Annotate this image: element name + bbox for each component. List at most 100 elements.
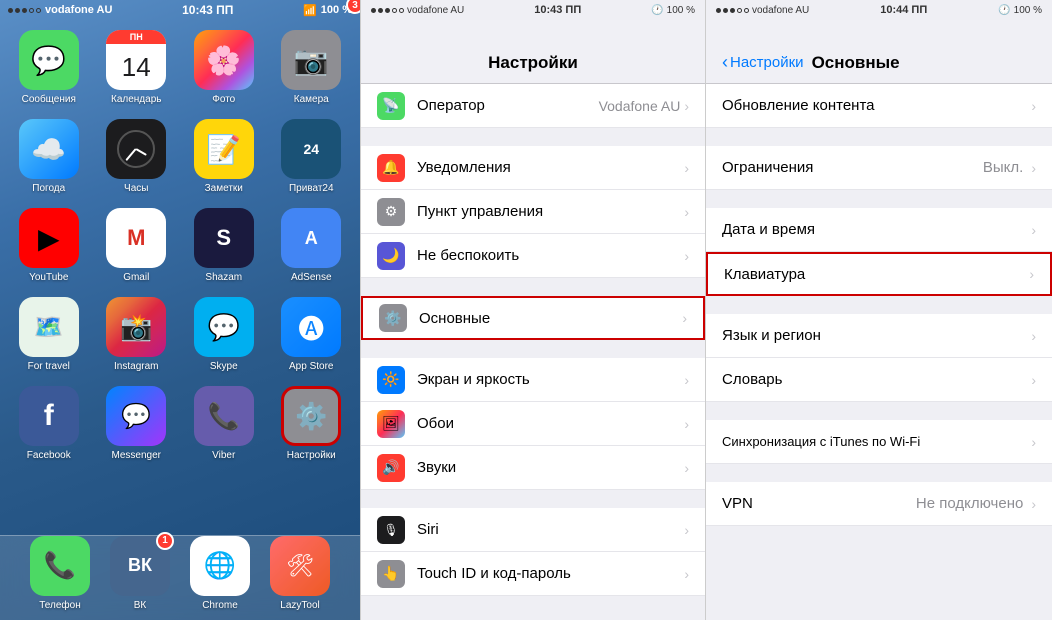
general-row-restrictions[interactable]: Ограничения Выкл. › — [706, 146, 1052, 190]
instagram-icon: 📸 — [106, 297, 166, 357]
sep-g1 — [706, 128, 1052, 146]
app-youtube[interactable]: ▶ YouTube — [12, 208, 86, 283]
skype-label: Skype — [210, 361, 238, 372]
app-gmail[interactable]: M 3 Gmail — [100, 208, 174, 283]
wallpaper-icon: 🖼 — [377, 410, 405, 438]
app-shazam[interactable]: S Shazam — [187, 208, 261, 283]
itunes-chevron: › — [1031, 434, 1036, 450]
control-title: Пункт управления — [417, 203, 684, 220]
settings-row-dnd[interactable]: 🌙 Не беспокоить › — [361, 234, 705, 278]
camera-label: Камера — [294, 94, 329, 105]
app-notes[interactable]: 📝 Заметки — [187, 119, 261, 194]
sep-g4 — [706, 402, 1052, 420]
dot5 — [36, 8, 41, 13]
back-button[interactable]: ‹ Настройки — [722, 52, 804, 73]
app-weather[interactable]: ☁️ Погода — [12, 119, 86, 194]
app-appstore[interactable]: 🅐 App Store — [275, 297, 349, 372]
status-right-1: 📶 100 % — [303, 4, 352, 17]
app-calendar[interactable]: ПН 14 Календарь — [100, 30, 174, 105]
app-messages[interactable]: 💬 Сообщения — [12, 30, 86, 105]
sep-g5 — [706, 464, 1052, 482]
app-clock[interactable]: Часы — [100, 119, 174, 194]
chrome-label: Chrome — [202, 600, 238, 611]
app-photos[interactable]: 🌸 Фото — [187, 30, 261, 105]
settings-row-notifications[interactable]: 🔔 Уведомления › — [361, 146, 705, 190]
keyboard-title: Клавиатура — [724, 266, 1029, 283]
operator-chevron: › — [684, 98, 689, 114]
notes-label: Заметки — [205, 183, 243, 194]
display-chevron: › — [684, 372, 689, 388]
settings-row-siri[interactable]: 🎙 Siri › — [361, 508, 705, 552]
status-right-2: 🕐 100 % — [651, 5, 695, 16]
update-title: Обновление контента — [722, 97, 1031, 114]
adsense-label: AdSense — [291, 272, 332, 283]
dock-vk[interactable]: ВК 1 ВК — [110, 536, 170, 611]
dnd-chevron: › — [684, 248, 689, 264]
general-icon: ⚙️ — [379, 304, 407, 332]
general-row-datetime[interactable]: Дата и время › — [706, 208, 1052, 252]
app-maps[interactable]: 🗺️ For travel — [12, 297, 86, 372]
maps-icon: 🗺️ — [19, 297, 79, 357]
app-settings[interactable]: ⚙️ Настройки — [275, 386, 349, 461]
viber-icon: 📞 — [194, 386, 254, 446]
app-adsense[interactable]: A AdSense — [275, 208, 349, 283]
status-bar-2: vodafone AU 10:43 ПП 🕐 100 % — [361, 0, 705, 20]
notes-icon: 📝 — [194, 119, 254, 179]
s2d4 — [392, 8, 397, 13]
settings-row-control[interactable]: ⚙ Пункт управления › — [361, 190, 705, 234]
gmail-icon: M — [106, 208, 166, 268]
settings-row-sounds[interactable]: 🔊 Звуки › — [361, 446, 705, 490]
app-viber[interactable]: 📞 Viber — [187, 386, 261, 461]
phone-screen-1: vodafone AU 10:43 ПП 📶 100 % 💬 Сообщения… — [0, 0, 360, 620]
notif-icon: 🔔 — [377, 154, 405, 182]
general-row-vpn[interactable]: VPN Не подключено › — [706, 482, 1052, 526]
language-chevron: › — [1031, 328, 1036, 344]
sep-3 — [361, 340, 705, 358]
appstore-icon: 🅐 — [281, 297, 341, 357]
general-row-update[interactable]: Обновление контента › — [706, 84, 1052, 128]
carrier-3: vodafone AU — [752, 5, 809, 16]
language-title: Язык и регион — [722, 327, 1031, 344]
app-privat24[interactable]: 24 Приват24 — [275, 119, 349, 194]
sounds-icon: 🔊 — [377, 454, 405, 482]
dot3 — [22, 8, 27, 13]
facebook-label: Facebook — [27, 450, 71, 461]
sep-1 — [361, 128, 705, 146]
photos-icon: 🌸 — [194, 30, 254, 90]
operator-icon: 📡 — [377, 92, 405, 120]
app-skype[interactable]: 💬 Skype — [187, 297, 261, 372]
dnd-title: Не беспокоить — [417, 247, 684, 264]
alarm-icon-2: 🕐 — [651, 5, 663, 16]
s3d1 — [716, 8, 721, 13]
skype-icon: 💬 — [194, 297, 254, 357]
app-facebook[interactable]: f Facebook — [12, 386, 86, 461]
status-left-2: vodafone AU — [371, 5, 464, 16]
sep-2 — [361, 278, 705, 296]
dock-phone[interactable]: 📞 Телефон — [30, 536, 90, 611]
signal-dots — [8, 8, 41, 13]
dock-chrome[interactable]: 🌐 Chrome — [190, 536, 250, 611]
s2d3 — [385, 8, 390, 13]
general-chevron: › — [682, 310, 687, 326]
general-row-dictionary[interactable]: Словарь › — [706, 358, 1052, 402]
signal-2 — [371, 8, 404, 13]
settings-row-operator[interactable]: 📡 Оператор Vodafone AU › — [361, 84, 705, 128]
settings-row-general[interactable]: ⚙️ Основные › — [361, 296, 705, 340]
dock-lazytool[interactable]: 🛠 LazyTool — [270, 536, 330, 611]
control-icon: ⚙ — [377, 198, 405, 226]
status-bar-1: vodafone AU 10:43 ПП 📶 100 % — [0, 0, 360, 20]
sep-g2 — [706, 190, 1052, 208]
general-row-language[interactable]: Язык и регион › — [706, 314, 1052, 358]
app-camera[interactable]: 📷 Камера — [275, 30, 349, 105]
settings-row-wallpaper[interactable]: 🖼 Обои › — [361, 402, 705, 446]
display-title: Экран и яркость — [417, 371, 684, 388]
general-row-itunes[interactable]: Синхронизация с iTunes по Wi-Fi › — [706, 420, 1052, 464]
general-row-keyboard[interactable]: Клавиатура › — [706, 252, 1052, 296]
settings-list: 📡 Оператор Vodafone AU › 🔔 Уведомления ›… — [361, 84, 705, 620]
vpn-value: Не подключено — [916, 495, 1023, 512]
app-instagram[interactable]: 📸 Instagram — [100, 297, 174, 372]
settings-row-touchid[interactable]: 👆 Touch ID и код-пароль › — [361, 552, 705, 596]
app-messenger[interactable]: 💬 Messenger — [100, 386, 174, 461]
settings-row-display[interactable]: 🔆 Экран и яркость › — [361, 358, 705, 402]
settings-icon: ⚙️ — [281, 386, 341, 446]
